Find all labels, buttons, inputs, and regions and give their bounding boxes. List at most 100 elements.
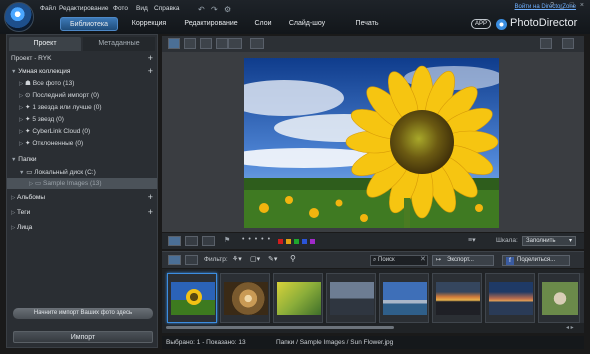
- collapse-arrow-icon: ▷: [19, 117, 24, 123]
- folder-label: Sample Images (13): [43, 180, 102, 187]
- thumbnail-partial[interactable]: [580, 273, 584, 323]
- color-label-green[interactable]: [294, 239, 299, 244]
- add-project-icon[interactable]: +: [148, 53, 153, 64]
- menu-file[interactable]: Файл: [40, 5, 56, 12]
- menu-help[interactable]: Справка: [154, 5, 180, 12]
- monitor-icon[interactable]: [228, 38, 242, 49]
- collapse-arrow-icon: ▷: [19, 105, 24, 111]
- color-label-red[interactable]: [278, 239, 283, 244]
- filter-person-icon[interactable]: ⚲: [290, 254, 296, 263]
- faces-header[interactable]: ▷ Лица: [7, 222, 157, 233]
- thumbnail-image: [436, 282, 480, 315]
- thumbnail-image: [383, 282, 427, 315]
- tab-adjust[interactable]: Коррекция: [124, 17, 174, 31]
- share-button[interactable]: f Поделиться...: [502, 255, 570, 266]
- group-icon: ☗: [25, 80, 31, 87]
- export-button[interactable]: ↦ Экспорт...: [432, 255, 494, 266]
- folder-sample-images[interactable]: ▷ ▭ Sample Images (13): [7, 178, 157, 189]
- tab-slideshow[interactable]: Слайд-шоу: [285, 17, 329, 31]
- search-icon: ⌕: [373, 257, 377, 263]
- star-icon: ✦: [25, 116, 31, 123]
- tab-library[interactable]: Библиотека: [60, 17, 118, 31]
- tab-metadata[interactable]: Метаданные: [83, 37, 155, 51]
- star-icon: ✦: [25, 104, 31, 111]
- hand-pan-icon[interactable]: [562, 38, 574, 49]
- add-tag-icon[interactable]: +: [148, 207, 153, 218]
- collapse-arrow-icon: ▷: [19, 141, 24, 147]
- filter-frame-icon[interactable]: ▢▾: [250, 255, 260, 263]
- tab-edit[interactable]: Редактирование: [180, 17, 242, 31]
- search-text: Поиск: [378, 257, 395, 263]
- thumbnail-shell[interactable]: [220, 273, 270, 323]
- scale-dropdown[interactable]: Заполнить ▾: [522, 236, 576, 246]
- color-label-orange[interactable]: [286, 239, 291, 244]
- filter-people-icon[interactable]: ⚘▾: [232, 255, 242, 263]
- tags-header[interactable]: ▷ Теги +: [7, 207, 157, 218]
- smart-item-one-star[interactable]: ▷ ✦ 1 звезда или лучше (0): [7, 102, 157, 113]
- thumbnail-sunflower[interactable]: [167, 273, 217, 323]
- thumbnail-image: [224, 282, 268, 315]
- photo-viewer[interactable]: [162, 52, 584, 232]
- flag-icon[interactable]: ⚑: [224, 236, 230, 244]
- thumbnail-image: [330, 282, 374, 315]
- filmstrip-scrollbar[interactable]: [166, 326, 394, 329]
- left-panel: Проект Метаданные Проект - RYK + ▼ Умная…: [6, 34, 158, 348]
- sort-icon[interactable]: ≡▾: [468, 236, 476, 244]
- smart-item-last-import[interactable]: ▷ ⊙ Последний импорт (0): [7, 90, 157, 101]
- filmstrip-view-icon[interactable]: [168, 255, 181, 265]
- thumbnail-sunset[interactable]: [432, 273, 482, 323]
- faces-label: Лица: [17, 224, 33, 231]
- app-button[interactable]: APP: [471, 19, 491, 29]
- list-view-icon[interactable]: [185, 255, 198, 265]
- small-thumbs-icon[interactable]: [168, 236, 181, 246]
- redo-icon[interactable]: ↷: [211, 5, 218, 14]
- smart-item-cloud[interactable]: ▷ ✦ CyberLink Cloud (0): [7, 126, 157, 137]
- export-label: Экспорт...: [447, 257, 474, 263]
- thumbnail-sunset-sea[interactable]: [485, 273, 535, 323]
- color-label-blue[interactable]: [302, 239, 307, 244]
- zoom-icon[interactable]: [540, 38, 552, 49]
- folders-header[interactable]: ▼ Папки: [7, 154, 157, 165]
- color-label-purple[interactable]: [310, 239, 315, 244]
- app-logo-icon: [4, 2, 34, 32]
- add-smart-collection-icon[interactable]: +: [148, 66, 153, 77]
- large-thumbs-icon[interactable]: [202, 236, 215, 246]
- star-rating-filter[interactable]: • • • • •: [242, 236, 271, 243]
- smart-item-all[interactable]: ▷ ☗ Все фото (13): [7, 78, 157, 89]
- undo-icon[interactable]: ↶: [198, 5, 205, 14]
- scroll-arrows-icon[interactable]: ◂ ▸: [566, 324, 574, 331]
- smart-item-five-stars[interactable]: ▷ ✦ 5 звезд (0): [7, 114, 157, 125]
- window-controls[interactable]: ? _ □ ×: [550, 2, 586, 9]
- menu-view[interactable]: Вид: [136, 5, 148, 12]
- tab-layers[interactable]: Слои: [246, 17, 280, 31]
- thumbnail-image: [277, 282, 321, 315]
- menu-edit[interactable]: Редактирование: [59, 5, 109, 12]
- thumbnail-stone[interactable]: [326, 273, 376, 323]
- grid-view-icon[interactable]: [168, 38, 180, 49]
- single-view-icon[interactable]: [184, 38, 196, 49]
- menu-photo[interactable]: Фото: [113, 5, 128, 12]
- clear-search-icon[interactable]: ✕: [420, 255, 426, 263]
- settings-gear-icon[interactable]: ⚙: [224, 5, 231, 14]
- collapse-arrow-icon: ▷: [11, 195, 16, 201]
- status-bar: Выбрано: 1 - Показано: 13 Папки / Sample…: [162, 336, 584, 349]
- smart-item-rejected[interactable]: ▷ ✦ Отклоненные (0): [7, 138, 157, 149]
- thumbnail-yellow-field[interactable]: [273, 273, 323, 323]
- filter-brush-icon[interactable]: ✎▾: [268, 255, 277, 263]
- compare-view-icon[interactable]: [200, 38, 212, 49]
- collapse-arrow-icon: ▷: [19, 129, 24, 135]
- thumbnail-cat[interactable]: [538, 273, 580, 323]
- medium-thumbs-icon[interactable]: [185, 236, 198, 246]
- albums-header[interactable]: ▷ Альбомы +: [7, 192, 157, 203]
- tab-print[interactable]: Печать: [350, 17, 384, 31]
- project-row[interactable]: Проект - RYK +: [7, 53, 157, 64]
- import-button[interactable]: Импорт: [13, 331, 153, 343]
- rejected-icon: ✦: [25, 140, 31, 147]
- second-monitor-icon[interactable]: [250, 38, 264, 49]
- folder-local-disk[interactable]: ▼ ▭ Локальный диск (C:): [7, 167, 157, 178]
- tab-project[interactable]: Проект: [9, 37, 81, 51]
- smart-collection-header[interactable]: ▼ Умная коллекция +: [7, 66, 157, 77]
- thumbnail-lake[interactable]: [379, 273, 429, 323]
- add-album-icon[interactable]: +: [148, 192, 153, 203]
- multi-view-icon[interactable]: [216, 38, 228, 49]
